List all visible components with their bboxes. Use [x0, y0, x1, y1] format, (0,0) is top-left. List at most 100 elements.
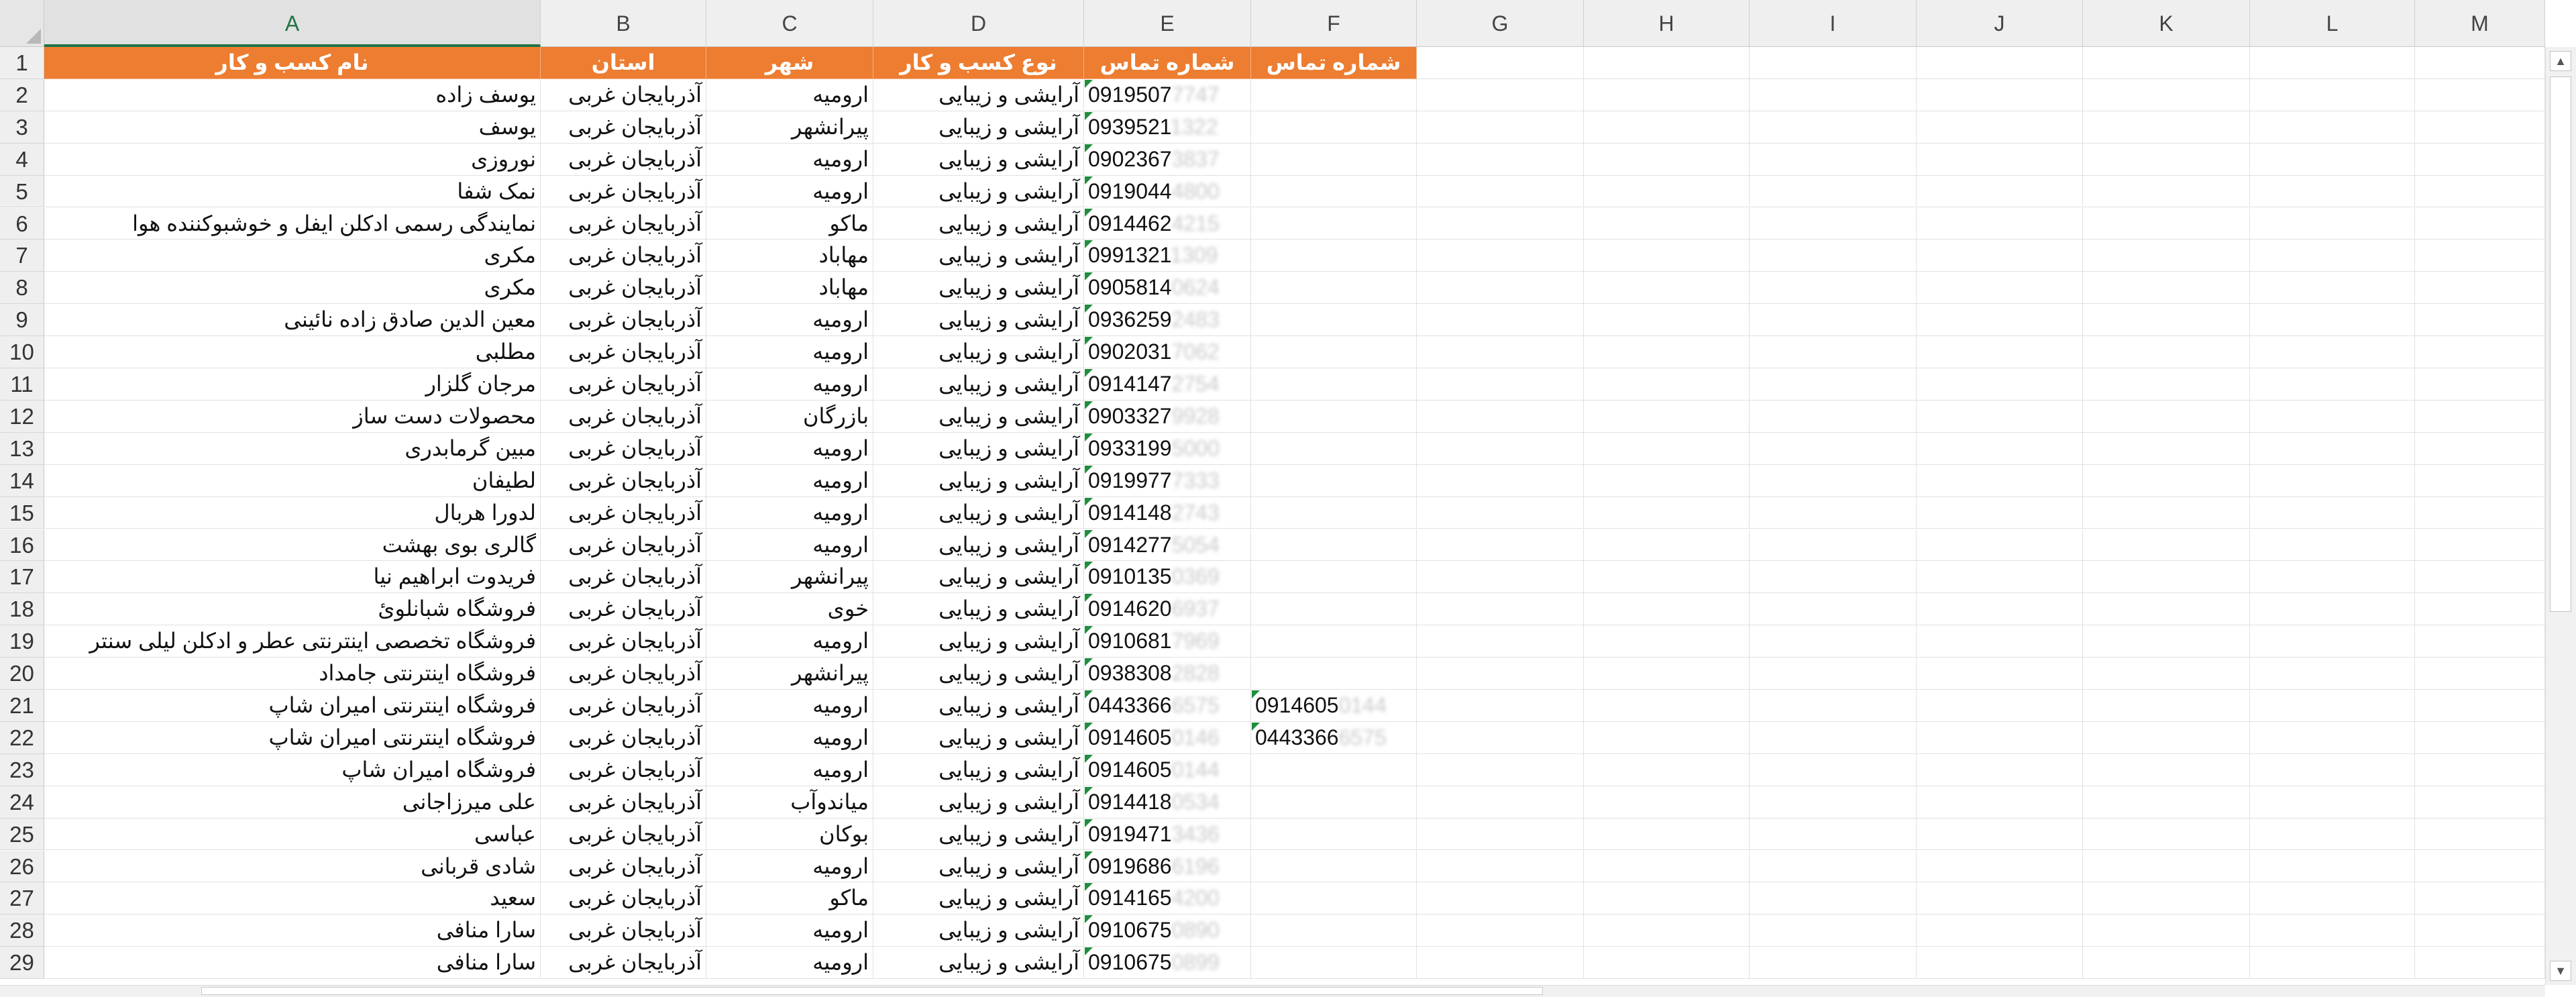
phone-cell[interactable]: 09199777333 — [1084, 464, 1251, 497]
business-name-cell[interactable]: سعید — [44, 882, 541, 915]
business-name-cell[interactable]: یوسف زاده — [44, 78, 541, 111]
city-cell[interactable]: ارومیه — [706, 336, 873, 368]
empty-cell[interactable] — [2250, 593, 2415, 626]
empty-cell[interactable] — [1251, 240, 1417, 272]
empty-cell[interactable] — [1917, 368, 2083, 401]
empty-cell[interactable] — [2250, 78, 2415, 111]
empty-cell[interactable] — [1584, 882, 1750, 915]
empty-cell[interactable] — [1251, 143, 1417, 176]
empty-cell[interactable] — [1750, 432, 1917, 465]
select-all-button[interactable] — [0, 0, 44, 47]
phone-cell[interactable]: 09106750890 — [1084, 914, 1251, 947]
empty-cell[interactable] — [1251, 464, 1417, 497]
empty-cell[interactable] — [1750, 240, 1917, 272]
empty-cell[interactable] — [2083, 625, 2250, 658]
business-type-cell[interactable]: آرایشی و زیبایی — [873, 818, 1084, 851]
empty-cell[interactable] — [1584, 721, 1750, 754]
empty-cell[interactable] — [1584, 561, 1750, 594]
phone-2-cell[interactable]: 04433666575 — [1251, 721, 1417, 754]
empty-cell[interactable] — [2415, 368, 2545, 401]
province-cell[interactable]: آذربایجان غربی — [541, 464, 706, 497]
city-cell[interactable]: پیرانشهر — [706, 111, 873, 144]
empty-cell[interactable] — [1584, 464, 1750, 497]
empty-cell[interactable] — [1251, 111, 1417, 144]
city-cell[interactable]: مهاباد — [706, 240, 873, 272]
phone-cell[interactable]: 09141482743 — [1084, 496, 1251, 529]
province-cell[interactable]: آذربایجان غربی — [541, 947, 706, 980]
empty-cell[interactable] — [1750, 400, 1917, 433]
empty-cell[interactable] — [2083, 658, 2250, 690]
empty-cell[interactable] — [1917, 786, 2083, 819]
business-type-cell[interactable]: آرایشی و زیبایی — [873, 240, 1084, 272]
city-cell[interactable]: ارومیه — [706, 690, 873, 722]
phone-cell[interactable]: 09383082828 — [1084, 658, 1251, 690]
row-header[interactable]: 17 — [0, 561, 44, 594]
empty-cell[interactable] — [2415, 529, 2545, 562]
business-name-cell[interactable]: مکری — [44, 240, 541, 272]
empty-cell[interactable] — [2083, 304, 2250, 337]
empty-cell[interactable] — [2415, 111, 2545, 144]
empty-cell[interactable] — [2250, 400, 2415, 433]
column-header-f[interactable]: F — [1251, 0, 1417, 47]
city-cell[interactable]: ارومیه — [706, 464, 873, 497]
empty-cell[interactable] — [1251, 850, 1417, 883]
empty-cell[interactable] — [2083, 400, 2250, 433]
empty-cell[interactable] — [2415, 336, 2545, 368]
empty-cell[interactable] — [2083, 496, 2250, 529]
business-name-cell[interactable]: فروشگاه اینترنتی امیران شاپ — [44, 690, 541, 722]
empty-cell[interactable] — [1251, 561, 1417, 594]
business-type-cell[interactable]: آرایشی و زیبایی — [873, 721, 1084, 754]
phone-cell[interactable]: 09020317062 — [1084, 336, 1251, 368]
empty-cell[interactable] — [1750, 786, 1917, 819]
phone-cell[interactable]: 09101350369 — [1084, 561, 1251, 594]
phone-cell[interactable]: 09913211309 — [1084, 240, 1251, 272]
column-header-g[interactable]: G — [1417, 0, 1584, 47]
empty-cell[interactable] — [2083, 850, 2250, 883]
city-cell[interactable]: پیرانشهر — [706, 658, 873, 690]
empty-cell[interactable] — [1417, 304, 1584, 337]
scroll-down-arrow-icon[interactable]: ▼ — [2550, 961, 2571, 981]
phone-cell[interactable]: 09106750899 — [1084, 947, 1251, 980]
empty-cell[interactable] — [1417, 47, 1584, 79]
empty-cell[interactable] — [1251, 336, 1417, 368]
empty-cell[interactable] — [1417, 175, 1584, 208]
business-name-cell[interactable]: فروشگاه اینترنتی امیران شاپ — [44, 721, 541, 754]
row-header[interactable]: 4 — [0, 143, 44, 176]
empty-cell[interactable] — [2250, 625, 2415, 658]
row-header[interactable]: 24 — [0, 786, 44, 819]
city-cell[interactable]: ارومیه — [706, 529, 873, 562]
empty-cell[interactable] — [2083, 78, 2250, 111]
empty-cell[interactable] — [1251, 753, 1417, 786]
empty-cell[interactable] — [1251, 786, 1417, 819]
empty-cell[interactable] — [2415, 78, 2545, 111]
empty-cell[interactable] — [1251, 432, 1417, 465]
column-header-h[interactable]: H — [1584, 0, 1750, 47]
business-type-cell[interactable]: آرایشی و زیبایی — [873, 658, 1084, 690]
phone-cell[interactable]: 09190444800 — [1084, 175, 1251, 208]
empty-cell[interactable] — [2415, 432, 2545, 465]
province-cell[interactable]: آذربایجان غربی — [541, 690, 706, 722]
empty-cell[interactable] — [2415, 464, 2545, 497]
empty-cell[interactable] — [2250, 111, 2415, 144]
empty-cell[interactable] — [2250, 432, 2415, 465]
empty-cell[interactable] — [1584, 143, 1750, 176]
empty-cell[interactable] — [1750, 368, 1917, 401]
phone-cell[interactable]: 09142775054 — [1084, 529, 1251, 562]
empty-cell[interactable] — [1917, 561, 2083, 594]
empty-cell[interactable] — [1584, 111, 1750, 144]
business-type-cell[interactable]: آرایشی و زیبایی — [873, 561, 1084, 594]
city-cell[interactable]: ارومیه — [706, 721, 873, 754]
row-header[interactable]: 27 — [0, 882, 44, 915]
empty-cell[interactable] — [1917, 272, 2083, 305]
empty-cell[interactable] — [1251, 947, 1417, 980]
business-type-cell[interactable]: آرایشی و زیبایی — [873, 947, 1084, 980]
scroll-up-arrow-icon[interactable]: ▲ — [2550, 51, 2571, 71]
province-cell[interactable]: آذربایجان غربی — [541, 593, 706, 626]
province-cell[interactable]: آذربایجان غربی — [541, 240, 706, 272]
empty-cell[interactable] — [1251, 882, 1417, 915]
city-cell[interactable]: مهاباد — [706, 272, 873, 305]
empty-cell[interactable] — [2415, 207, 2545, 240]
empty-cell[interactable] — [1917, 690, 2083, 722]
empty-cell[interactable] — [1917, 818, 2083, 851]
empty-cell[interactable] — [1917, 207, 2083, 240]
